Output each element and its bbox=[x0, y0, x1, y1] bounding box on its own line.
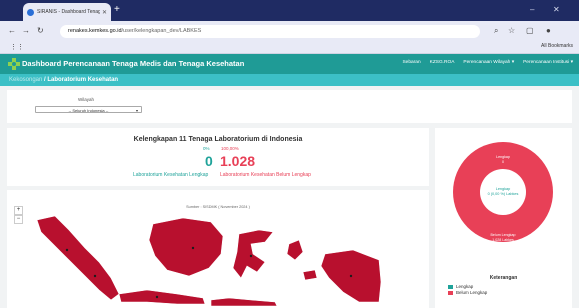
map-source-note: Sumber : SISDMK ( November 2024 ) bbox=[186, 205, 250, 209]
zoom-icon[interactable]: ⌕ bbox=[494, 26, 498, 36]
app-logo-icon bbox=[8, 58, 20, 70]
legend-label: Belum Lengkap bbox=[456, 290, 488, 295]
profile-icon[interactable]: ● bbox=[546, 26, 551, 35]
new-tab-icon[interactable]: + bbox=[114, 5, 120, 15]
map-region-sumatra bbox=[36, 215, 120, 301]
legend-item-incomplete: Belum Lengkap bbox=[448, 290, 487, 295]
breadcrumb-parent[interactable]: Kekosongan bbox=[9, 77, 42, 83]
incomplete-percent: 100,00% bbox=[221, 146, 239, 151]
donut-bottom-label: Belum Lengkap bbox=[491, 233, 516, 237]
incomplete-label: Laboratorium Kesehatan Belum Lengkap bbox=[220, 172, 311, 178]
browser-tab[interactable]: SIRANIS - Dashboard Tenaga... ✕ bbox=[23, 3, 111, 21]
completeness-donut-chart[interactable]: Lengkap 0 Lengkap 0 (0,00 %) Labkes Belu… bbox=[435, 128, 572, 258]
region-filter-label: Wilayah bbox=[78, 97, 95, 102]
complete-count: 0 bbox=[205, 153, 213, 169]
apps-grid-icon[interactable]: ⋮⋮ bbox=[10, 43, 24, 51]
legend-label: Lengkap bbox=[456, 284, 474, 289]
region-select[interactable]: -- Seluruh Indonesia -- ▾ bbox=[35, 106, 142, 113]
reload-icon[interactable]: ↻ bbox=[37, 26, 44, 35]
map-region-sulawesi bbox=[232, 229, 274, 279]
map-region-nusa-tenggara bbox=[210, 297, 278, 307]
chevron-down-icon: ▾ bbox=[135, 108, 138, 113]
url-field[interactable]: renakes.kemkes.go.id/user/kelengkapan_de… bbox=[60, 25, 480, 38]
complete-percent: 0% bbox=[203, 146, 210, 151]
nav-item-label: Perencanaan Wilayah bbox=[463, 60, 511, 65]
navbar-menu: Sebaran KZSG.ROA Perencanaan Wilayah ▾ P… bbox=[402, 60, 573, 65]
breadcrumb-current: Laboratorium Kesehatan bbox=[47, 77, 119, 83]
extensions-icon[interactable]: ▢ bbox=[526, 26, 534, 35]
donut-center-value: 0 (0,00 %) Labkes bbox=[488, 192, 519, 196]
bookmarks-bar bbox=[0, 42, 579, 54]
donut-top-value: 0 bbox=[502, 160, 504, 164]
nav-item-label: Perencanaan Institusi bbox=[523, 60, 570, 65]
region-select-value: -- Seluruh Indonesia -- bbox=[68, 108, 109, 113]
bookmark-star-icon[interactable]: ☆ bbox=[508, 26, 515, 35]
legend-swatch bbox=[448, 284, 453, 289]
map-region-kalimantan bbox=[148, 217, 224, 277]
forward-icon[interactable]: → bbox=[22, 26, 30, 35]
close-window-icon[interactable]: ✕ bbox=[553, 5, 560, 14]
legend-title: Keterangan bbox=[489, 275, 518, 281]
legend-swatch bbox=[448, 290, 453, 295]
close-tab-icon[interactable]: ✕ bbox=[102, 9, 107, 16]
map-region-maluku bbox=[286, 239, 318, 281]
nav-item-kzsg[interactable]: KZSG.ROA bbox=[430, 60, 455, 65]
donut-center-label: Lengkap bbox=[496, 187, 511, 191]
donut-bottom-value: 1.028 Labkes bbox=[492, 238, 514, 242]
donut-top-label: Lengkap bbox=[496, 155, 510, 159]
legend-item-complete: Lengkap bbox=[448, 284, 473, 289]
url-host: renakes.kemkes.go.id bbox=[68, 28, 122, 34]
app-title: Dashboard Perencanaan Tenaga Medis dan T… bbox=[22, 59, 245, 68]
zoom-out-button[interactable]: − bbox=[14, 215, 23, 224]
favicon-icon bbox=[27, 8, 34, 16]
map-region-java bbox=[118, 289, 206, 305]
minimize-icon[interactable]: – bbox=[530, 5, 534, 14]
zoom-in-button[interactable]: + bbox=[14, 206, 23, 215]
nav-item-sebaran[interactable]: Sebaran bbox=[402, 60, 420, 65]
nav-item-perencanaan-wilayah[interactable]: Perencanaan Wilayah ▾ bbox=[463, 60, 514, 65]
nav-item-perencanaan-institusi[interactable]: Perencanaan Institusi ▾ bbox=[523, 60, 573, 65]
back-icon[interactable]: ← bbox=[8, 26, 16, 35]
breadcrumb: Kekosongan / Laboratorium Kesehatan bbox=[0, 74, 579, 86]
complete-label: Laboratorium Kesehatan Lengkap bbox=[133, 172, 209, 178]
url-path: /user/kelengkapan_dev/LABKES bbox=[121, 28, 202, 34]
summary-title: Kelengkapan 11 Tenaga Laboratorium di In… bbox=[133, 136, 303, 143]
incomplete-count: 1.028 bbox=[220, 153, 256, 169]
browser-tab-title: SIRANIS - Dashboard Tenaga... bbox=[37, 9, 100, 15]
all-bookmarks-button[interactable]: All Bookmarks bbox=[541, 43, 573, 49]
